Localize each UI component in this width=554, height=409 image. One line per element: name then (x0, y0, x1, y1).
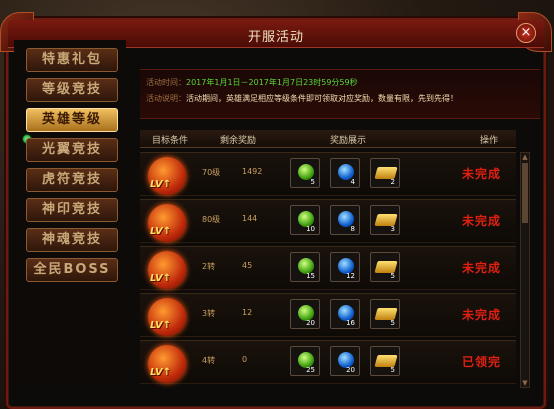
scroll-down-icon[interactable]: ▼ (521, 379, 529, 387)
level-badge: LV↑ (142, 343, 192, 385)
table-row: LV↑ 80级 144 10 8 3 未完成 (140, 199, 516, 243)
claim-status[interactable]: 已领完 (462, 353, 501, 370)
tab-tiger-race[interactable]: 虎符竞技 (26, 168, 118, 192)
reward-slot[interactable]: 8 (330, 205, 360, 235)
desc-value: 活动期间，英雄满足相应等级条件即可领取对应奖励，数量有限，先到先得！ (186, 94, 458, 103)
tab-seal-race[interactable]: 神印竞技 (26, 198, 118, 222)
sidebar: 特惠礼包 等级竞技 英雄等级 光翼竞技 虎符竞技 神印竞技 神魂竞技 全民BOS… (14, 40, 126, 385)
remaining: 12 (242, 308, 253, 317)
tab-wing-race[interactable]: 光翼竞技 (26, 138, 118, 162)
claim-status[interactable]: 未完成 (462, 212, 501, 229)
claim-status[interactable]: 未完成 (462, 259, 501, 276)
condition: 70级 (202, 168, 221, 177)
condition: 2转 (202, 262, 216, 271)
header-op: 操作 (480, 136, 499, 146)
level-badge: LV↑ (142, 296, 192, 338)
level-badge: LV↑ (142, 249, 192, 291)
tab-hero-level[interactable]: 英雄等级 (26, 108, 118, 132)
table-row: LV↑ 4转 0 25 20 5 已领完 (140, 340, 516, 384)
reward-slot[interactable]: 16 (330, 299, 360, 329)
time-value: 2017年1月1日－2017年1月7日23时59分59秒 (186, 78, 358, 87)
reward-slot[interactable]: 20 (330, 346, 360, 376)
scroll-thumb[interactable] (522, 163, 528, 223)
reward-slot[interactable]: 5 (370, 252, 400, 282)
header-remain: 剩余奖励 (220, 136, 257, 146)
reward-slot[interactable]: 20 (290, 299, 320, 329)
claim-status[interactable]: 未完成 (462, 165, 501, 182)
table-row: LV↑ 3转 12 20 16 5 未完成 (140, 293, 516, 337)
table-header: 目标条件 剩余奖励 奖励展示 操作 (140, 130, 516, 148)
event-info: 活动时间：2017年1月1日－2017年1月7日23时59分59秒 活动说明：活… (146, 75, 544, 107)
tab-level-race[interactable]: 等级竞技 (26, 78, 118, 102)
claim-status[interactable]: 未完成 (462, 306, 501, 323)
remaining: 1492 (242, 167, 263, 176)
table-row: LV↑ 70级 1492 5 4 2 未完成 (140, 152, 516, 196)
reward-slot[interactable]: 12 (330, 252, 360, 282)
level-badge: LV↑ (142, 155, 192, 197)
scroll-up-icon[interactable]: ▲ (521, 153, 529, 161)
reward-slot[interactable]: 10 (290, 205, 320, 235)
scrollbar[interactable]: ▲ ▼ (520, 152, 530, 388)
time-key: 活动时间： (146, 78, 186, 87)
close-button[interactable]: × (516, 23, 536, 43)
level-badge: LV↑ (142, 202, 192, 244)
condition: 80级 (202, 215, 221, 224)
remaining: 45 (242, 261, 253, 270)
condition: 4转 (202, 356, 216, 365)
remaining: 0 (242, 355, 248, 364)
condition: 3转 (202, 309, 216, 318)
reward-slot[interactable]: 5 (290, 158, 320, 188)
desc-key: 活动说明： (146, 94, 186, 103)
reward-slot[interactable]: 2 (370, 158, 400, 188)
table-row: LV↑ 2转 45 15 12 5 未完成 (140, 246, 516, 290)
reward-slot[interactable]: 5 (370, 299, 400, 329)
header-target: 目标条件 (152, 136, 189, 146)
tab-special-gift[interactable]: 特惠礼包 (26, 48, 118, 72)
reward-slot[interactable]: 15 (290, 252, 320, 282)
remaining: 144 (242, 214, 258, 223)
tab-soul-race[interactable]: 神魂竞技 (26, 228, 118, 252)
reward-slot[interactable]: 4 (330, 158, 360, 188)
reward-slot[interactable]: 3 (370, 205, 400, 235)
reward-slot[interactable]: 25 (290, 346, 320, 376)
tab-world-boss[interactable]: 全民BOSS (26, 258, 118, 282)
header-reward: 奖励展示 (330, 136, 367, 146)
reward-slot[interactable]: 5 (370, 346, 400, 376)
